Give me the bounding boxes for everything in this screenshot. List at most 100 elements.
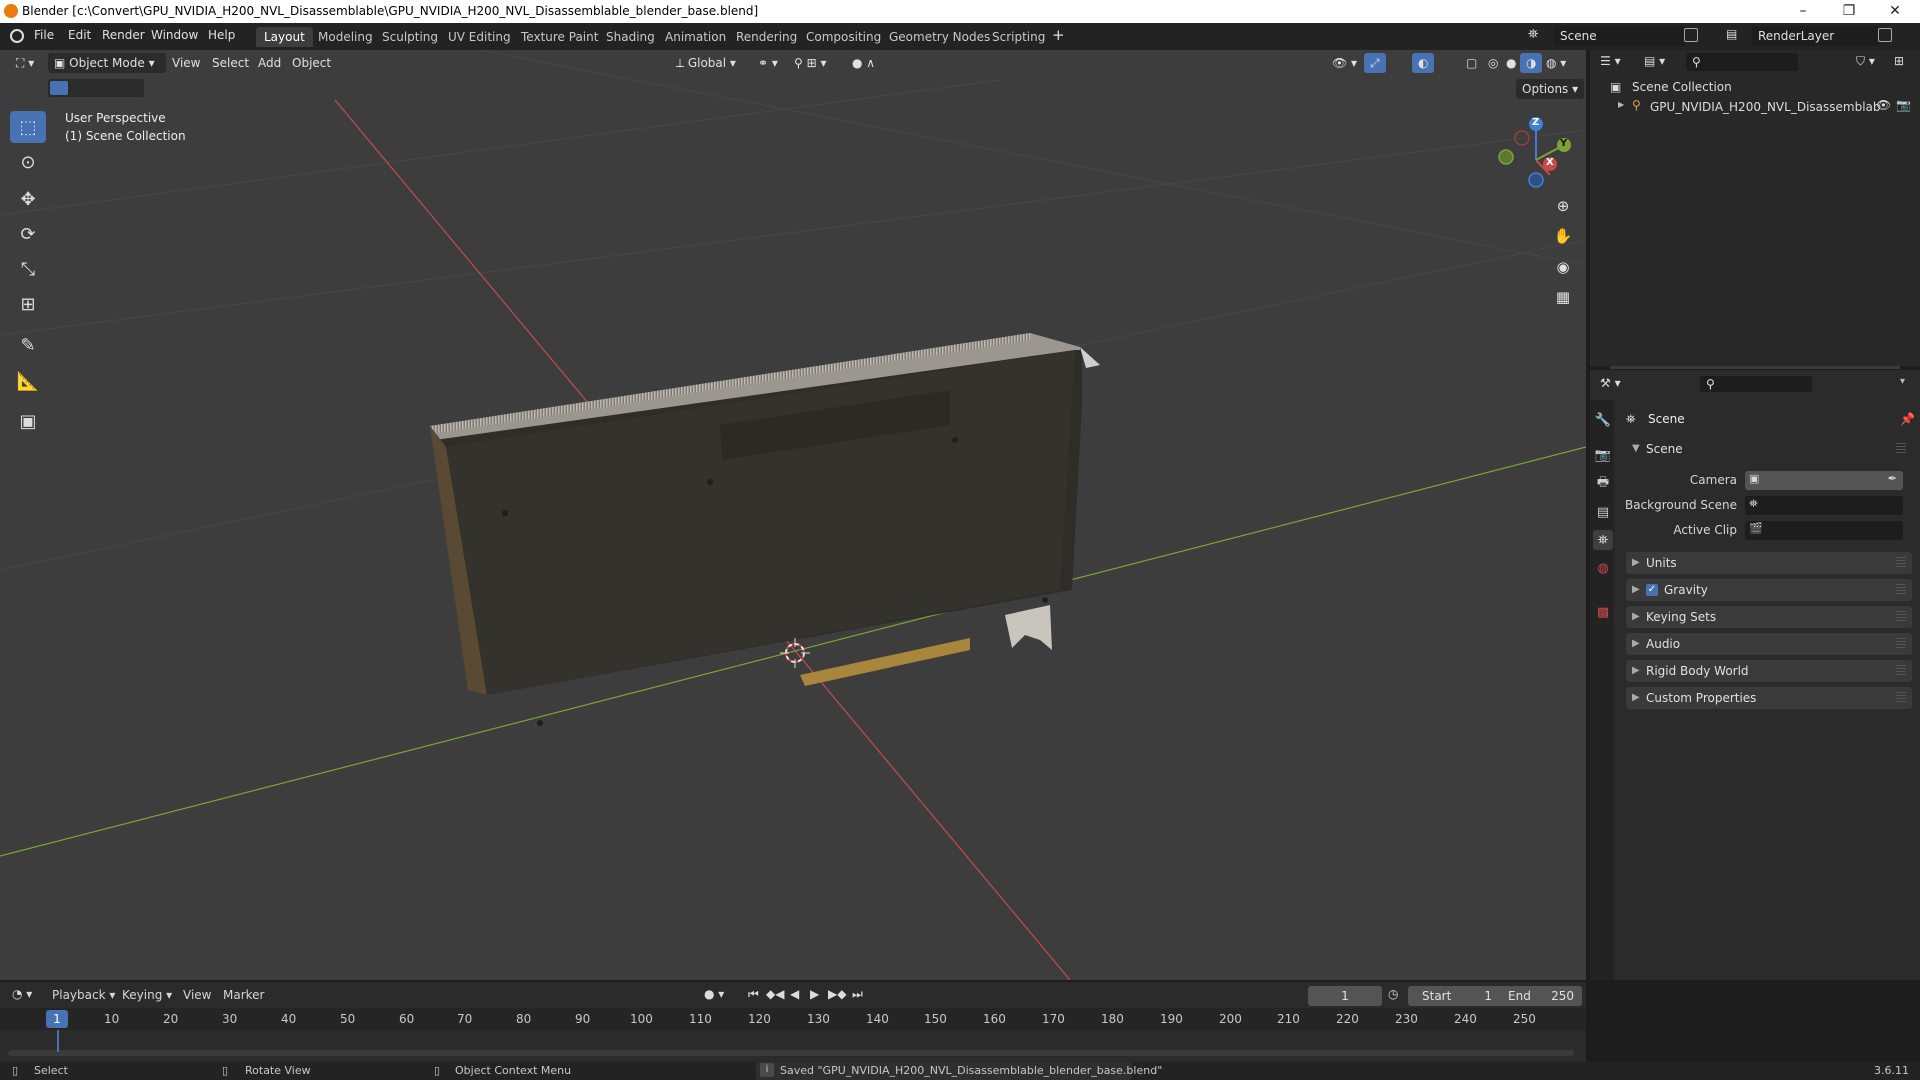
drag-grip-icon[interactable] [1896, 557, 1906, 569]
keying-menu[interactable]: Keying ▾ [122, 988, 172, 1002]
jump-start-icon[interactable]: ⏮ [748, 987, 759, 1002]
gpu-model[interactable] [430, 333, 1100, 726]
play-icon[interactable]: ▶ [810, 987, 819, 1001]
new-scene-icon[interactable] [1684, 28, 1698, 42]
add-workspace-button[interactable]: + [1052, 26, 1065, 44]
select-box-tool[interactable]: ⬚ [10, 111, 46, 143]
prev-keyframe-icon[interactable]: ◆◀ [766, 987, 784, 1001]
timeline-scrollbar[interactable] [8, 1050, 1574, 1056]
tab-layout[interactable]: Layout [256, 27, 313, 47]
timeline-editor-icon[interactable]: ◔ ▾ [12, 987, 32, 1001]
3d-viewport[interactable]: Z Y X User Perspective (1) Scene Collect… [0, 50, 1586, 980]
display-mode-icon[interactable]: ▤ ▾ [1644, 54, 1665, 68]
texture-tab-icon[interactable]: ▩ [1593, 602, 1613, 622]
outliner-item[interactable]: GPU_NVIDIA_H200_NVL_Disassemblab [1650, 100, 1881, 114]
maximize-button[interactable]: ❐ [1826, 1, 1872, 22]
measure-tool[interactable]: 📐 [10, 365, 46, 397]
tab-rendering[interactable]: Rendering [728, 27, 805, 47]
active-clip-field[interactable]: 🎬 [1745, 521, 1903, 540]
render-camera-icon[interactable]: 📷 [1896, 98, 1911, 112]
tab-uv-editing[interactable]: UV Editing [440, 27, 519, 47]
menu-render[interactable]: Render [102, 28, 145, 42]
eyedropper-icon[interactable]: ✒ [1888, 472, 1897, 485]
blender-menu-icon[interactable] [10, 29, 24, 43]
visibility-icon[interactable]: 👁 ▾ [1326, 53, 1363, 73]
world-tab-icon[interactable]: ◍ [1593, 558, 1613, 578]
scene-selector[interactable]: Scene [1554, 26, 1686, 46]
panel-units[interactable]: ▶ Units [1626, 552, 1912, 574]
scale-tool[interactable]: ⤡ [10, 253, 46, 285]
zoom-icon[interactable]: ⊕ [1549, 192, 1577, 220]
panel-gravity[interactable]: ▶ ✓ Gravity [1626, 579, 1912, 601]
close-button[interactable]: ✕ [1872, 1, 1918, 22]
outliner-search-input[interactable]: ⚲ [1686, 53, 1798, 71]
cursor-tool[interactable]: ⊙ [10, 146, 46, 178]
renderlayer-selector[interactable]: RenderLayer [1752, 26, 1880, 46]
add-cube-tool[interactable]: ▣ [10, 405, 46, 437]
proportional-edit-icon[interactable]: ● ∧ [846, 53, 881, 73]
pan-hand-icon[interactable]: ✋ [1549, 222, 1577, 250]
tab-animation[interactable]: Animation [657, 27, 734, 47]
rendered-shading-icon[interactable]: ◍ ▾ [1540, 53, 1572, 73]
tab-shading[interactable]: Shading [598, 27, 663, 47]
end-frame-field[interactable]: End 250 [1496, 986, 1582, 1006]
tab-compositing[interactable]: Compositing [798, 27, 889, 47]
expand-arrow-icon[interactable]: ▶ [1618, 100, 1624, 109]
editor-type-icon[interactable]: ⛶ ▾ [10, 53, 40, 73]
panel-audio[interactable]: ▶ Audio [1626, 633, 1912, 655]
drag-grip-icon[interactable] [1896, 611, 1906, 623]
xray-icon[interactable]: ▢ [1460, 53, 1483, 73]
tab-sculpting[interactable]: Sculpting [374, 27, 446, 47]
new-collection-icon[interactable]: ⊞ [1894, 54, 1904, 68]
panel-keying-sets[interactable]: ▶ Keying Sets [1626, 606, 1912, 628]
new-renderlayer-icon[interactable] [1878, 28, 1892, 42]
panel-custom-properties[interactable]: ▶ Custom Properties [1626, 687, 1912, 709]
playhead[interactable]: 1 [46, 1010, 68, 1028]
snap-icon[interactable]: ⚲ ⊞ ▾ [788, 53, 833, 73]
playback-menu[interactable]: Playback ▾ [52, 988, 115, 1002]
transform-tool[interactable]: ⊞ [10, 288, 46, 320]
tool-tab-icon[interactable]: 🔧 [1593, 410, 1613, 430]
drag-grip-icon[interactable] [1896, 665, 1906, 677]
menu-window[interactable]: Window [151, 28, 198, 42]
outliner-editor-icon[interactable]: ☰ ▾ [1600, 54, 1621, 68]
gizmo-toggle-icon[interactable]: ⤢ [1364, 53, 1386, 73]
menu-edit[interactable]: Edit [68, 28, 91, 42]
tab-modeling[interactable]: Modeling [310, 27, 381, 47]
menu-select[interactable]: Select [206, 53, 255, 73]
menu-help[interactable]: Help [208, 28, 235, 42]
pivot-icon[interactable]: ⚭ ▾ [752, 53, 784, 73]
tab-geometry-nodes[interactable]: Geometry Nodes [881, 27, 998, 47]
overlay-toggle-icon[interactable]: ◐ [1412, 53, 1435, 73]
menu-add[interactable]: Add [252, 53, 287, 73]
menu-file[interactable]: File [34, 28, 54, 42]
marker-menu[interactable]: Marker [223, 988, 264, 1002]
orientation-dropdown[interactable]: ⟂ Global ▾ [670, 53, 742, 73]
drag-grip-icon[interactable] [1896, 443, 1906, 455]
panel-rigid-body-world[interactable]: ▶ Rigid Body World [1626, 660, 1912, 682]
drag-grip-icon[interactable] [1896, 692, 1906, 704]
camera-field[interactable]: ▣ ✒ [1745, 471, 1903, 490]
eye-visibility-icon[interactable]: 👁 [1876, 98, 1891, 112]
move-tool[interactable]: ✥ [10, 183, 46, 215]
scene-section-header[interactable]: ▼ Scene [1626, 438, 1912, 460]
pin-icon[interactable]: 📌 [1900, 412, 1915, 426]
next-keyframe-icon[interactable]: ▶◆ [828, 987, 846, 1001]
gravity-checkbox[interactable]: ✓ [1646, 584, 1658, 596]
jump-end-icon[interactable]: ⏭ [852, 987, 863, 1002]
properties-editor-icon[interactable]: ⚒ ▾ [1600, 376, 1621, 390]
annotate-tool[interactable]: ✎ [10, 329, 46, 361]
rotate-tool[interactable]: ⟳ [10, 218, 46, 250]
menu-object[interactable]: Object [286, 53, 337, 73]
properties-search-input[interactable]: ⚲ [1700, 376, 1812, 392]
drag-grip-icon[interactable] [1896, 584, 1906, 596]
play-reverse-icon[interactable]: ◀ [790, 987, 799, 1001]
properties-options-icon[interactable]: ▾ [1900, 376, 1905, 387]
object-mode-dropdown[interactable]: ▣ Object Mode ▾ [48, 53, 166, 73]
tab-texture-paint[interactable]: Texture Paint [513, 27, 606, 47]
tab-scripting[interactable]: Scripting [984, 27, 1053, 47]
selection-mode-buttons[interactable] [48, 79, 144, 97]
select-new-icon[interactable] [50, 81, 68, 95]
perspective-grid-icon[interactable]: ▦ [1549, 283, 1577, 311]
current-frame-field[interactable]: 1 [1308, 986, 1382, 1006]
